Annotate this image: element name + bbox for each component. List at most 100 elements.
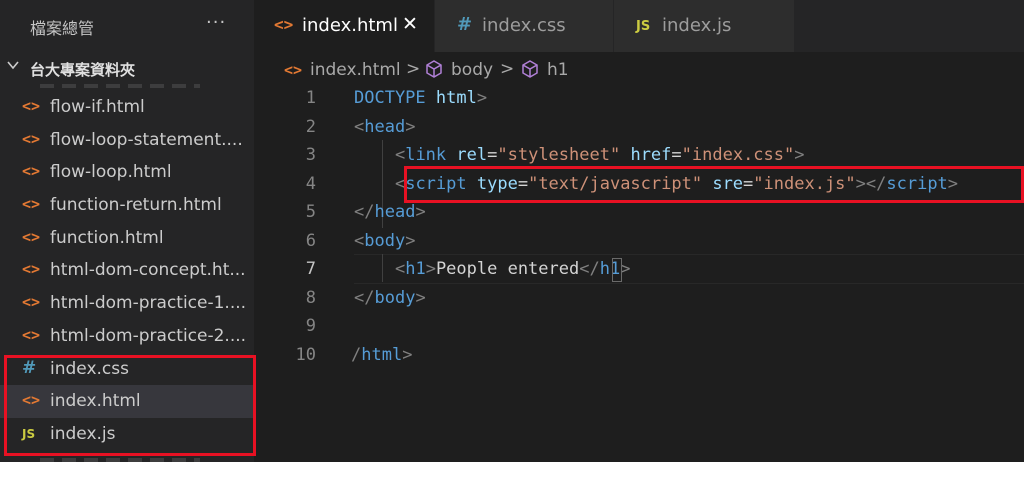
code-token: < [354,230,365,251]
code-token: / [351,344,362,365]
file-item[interactable]: <> html-dom-practice-2.... [0,320,254,353]
code-token: </ [354,287,375,308]
file-name: index.css [50,358,129,379]
code-token: html [361,344,403,365]
folder-header[interactable]: 台大專案資料夾 [0,54,254,84]
code-line: <script type="text/javascript" sre="inde… [354,174,958,194]
code-token: "text/javascript" [528,173,703,194]
file-item-index-html[interactable]: <> index.html [0,385,254,418]
code-token: body [364,230,406,251]
file-name: function.html [50,227,164,248]
line-number: 1 [305,88,316,108]
line-number: 6 [305,230,316,251]
code-token: link [405,145,447,165]
file-item[interactable]: <> function.html [0,222,254,255]
html-file-icon: <> [22,195,41,214]
clipped-file-item [40,84,200,88]
file-name: function-return.html [50,195,222,216]
code-token: > [415,202,426,222]
file-name: flow-loop.html [50,162,172,183]
tab-index-html[interactable]: <> index.html ✕ [254,0,434,52]
file-item-index-js[interactable]: JS index.js [0,418,254,451]
css-file-icon: # [457,14,473,35]
vscode-window: 檔案總管 ··· 台大專案資料夾 <> flow-if.html <> flow… [0,0,1024,462]
line-number: 2 [305,116,316,137]
html-file-icon: <> [284,61,303,79]
code-token: ></ [855,173,887,194]
code-token: script [405,173,467,194]
breadcrumb-body[interactable]: body [451,60,493,80]
js-file-icon: JS [22,426,36,441]
explorer-sidebar: 檔案總管 ··· 台大專案資料夾 <> flow-if.html <> flow… [0,0,254,462]
js-file-icon: JS [636,19,651,34]
breadcrumb-separator: > [500,59,515,79]
code-token: > [947,173,959,194]
tab-label: index.js [662,15,732,36]
file-item[interactable]: <> flow-if.html [0,91,254,124]
code-line: <link rel="stylesheet" href="index.css"> [354,145,805,165]
code-token: h1 [405,259,426,279]
more-actions-icon[interactable]: ··· [206,12,226,33]
code-token: < [394,145,406,165]
html-file-icon: <> [274,15,294,34]
code-token: </ [354,202,375,222]
explorer-title: 檔案總管 [30,19,95,38]
html-file-icon: <> [22,260,41,279]
code-token: script [886,173,948,194]
html-file-icon: <> [22,391,41,410]
cube-icon [424,59,444,84]
code-line: <body> [354,231,415,251]
code-token: > [794,145,805,165]
breadcrumb-h1[interactable]: h1 [547,60,569,80]
file-item-index-css[interactable]: # index.css [0,353,254,386]
code-editor[interactable]: 1 2 3 4 5 6 7 8 9 10 DOCTYPE html> <head> <link re… [254,86,1024,462]
html-file-icon: <> [22,129,41,148]
line-number: 8 [305,287,316,308]
explorer-header: 檔案總管 ··· [0,0,254,52]
code-token: People entered [435,259,580,279]
code-token: = [743,173,754,194]
code-token: > [415,287,426,308]
tab-index-js[interactable]: JS index.js [614,0,794,52]
code-line: /html> [351,345,412,365]
line-number: 7 [305,259,316,279]
html-file-icon: <> [22,325,41,344]
code-token: head [374,202,416,222]
tab-index-css[interactable]: # index.css [435,0,613,52]
code-line: </body> [354,288,426,308]
html-file-icon: <> [22,97,41,115]
html-file-icon: <> [22,293,41,312]
file-name: html-dom-concept.ht... [50,260,246,281]
code-token: </ [579,259,600,279]
file-name: html-dom-practice-1.... [50,293,247,314]
file-item[interactable]: <> html-dom-practice-1.... [0,287,254,320]
file-name: flow-if.html [50,97,145,117]
code-token: < [394,259,406,279]
file-item[interactable]: <> html-dom-concept.ht... [0,254,254,287]
code-line: DOCTYPE html> [354,88,487,108]
file-item[interactable]: <> flow-loop-statement.... [0,124,254,157]
file-item[interactable]: <> flow-loop.html [0,156,254,189]
close-icon[interactable]: ✕ [402,13,418,35]
breadcrumb-file[interactable]: index.html [310,60,401,80]
code-line: <h1>People entered</h1> [354,259,631,279]
code-token: "stylesheet" [497,145,621,165]
file-item[interactable]: <> function-return.html [0,189,254,222]
line-number: 9 [305,316,316,336]
breadcrumb-separator: > [406,59,421,79]
file-name: index.html [50,391,141,412]
editor-tab-bar: <> index.html ✕ # index.css JS index.js [254,0,1024,52]
code-token: < [354,116,365,137]
code-token: > [402,344,413,365]
breadcrumb: <> index.html > body > h1 [254,52,1024,86]
code-token: > [425,259,436,279]
code-token: > [405,116,416,137]
file-name: index.js [50,423,116,444]
